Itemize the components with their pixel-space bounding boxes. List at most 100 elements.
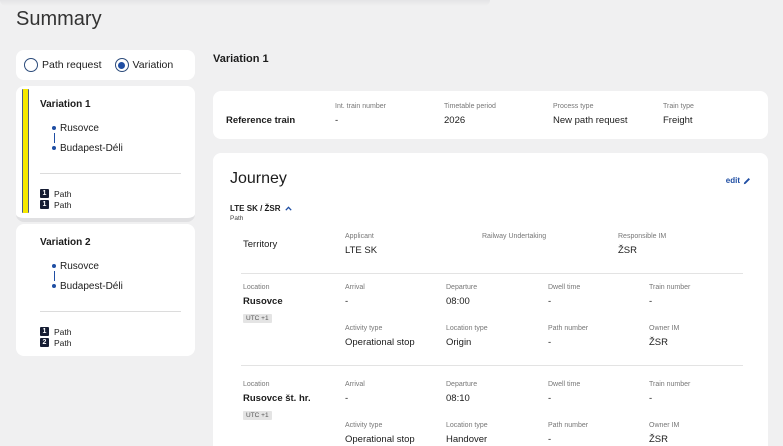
field-key: Owner IM <box>649 422 680 429</box>
field-value: - <box>548 393 552 404</box>
count-badge: 1 <box>40 327 49 336</box>
radio-checked-icon[interactable] <box>114 58 129 72</box>
field-key: Owner IM <box>649 325 680 332</box>
route-origin: Rusovce <box>52 122 182 134</box>
field-key: Location <box>243 381 270 388</box>
field-value: - <box>548 337 552 348</box>
origin-label: Rusovce <box>60 260 99 272</box>
route-destination: Budapest-Déli <box>52 280 182 292</box>
train-type: Train type Freight <box>663 103 694 126</box>
edit-label: edit <box>725 176 740 185</box>
path-number: Path number - <box>548 325 588 348</box>
field-value: 2026 <box>444 115 466 126</box>
route: Rusovce Budapest-Déli <box>52 260 182 292</box>
field-key: Process type <box>553 103 594 110</box>
origin-label: Rusovce <box>60 122 99 134</box>
path-selector-label: LTE SK / ŽSR <box>230 204 281 213</box>
field-key: Dwell time <box>548 284 581 291</box>
count-badge: 1 <box>40 189 49 198</box>
top-bar-shadow <box>0 0 490 6</box>
owner-im: Owner IM ŽSR <box>649 325 679 348</box>
field-key: Path number <box>548 325 589 332</box>
divider <box>40 311 181 312</box>
location-name: Rusovce <box>243 296 283 307</box>
field-key: Applicant <box>345 233 374 240</box>
field-value: Freight <box>663 115 693 126</box>
location-rusovce-st-hr: Location Rusovce št. hr. UTC +1 <box>243 381 311 422</box>
field-key: Responsible IM <box>618 233 667 240</box>
destination-label: Budapest-Déli <box>60 142 123 154</box>
field-key: Int. train number <box>335 103 386 110</box>
field-key: Dwell time <box>548 381 581 388</box>
field-key: Train type <box>663 103 694 110</box>
radio-path-request[interactable]: Path request <box>24 58 102 72</box>
radio-variation[interactable]: Variation <box>114 58 174 72</box>
divider <box>241 273 743 274</box>
reference-train-label: Reference train <box>226 115 296 126</box>
field-key: Train number <box>649 284 691 291</box>
view-toggle: Path request Variation <box>16 50 195 80</box>
field-key: Train number <box>649 381 691 388</box>
route-dot-icon <box>52 146 56 150</box>
field-value: LTE SK <box>345 245 378 256</box>
path-sub-label: Path <box>230 215 244 222</box>
edit-link[interactable]: edit <box>726 176 751 185</box>
radio-label: Variation <box>132 59 174 71</box>
path-number: Path number - <box>548 422 588 445</box>
reference-train-card: Reference train Int. train number - Timet… <box>213 91 768 139</box>
railway-undertaking: Railway Undertaking <box>482 233 546 245</box>
route-origin: Rusovce <box>52 260 182 272</box>
field-key: Activity type <box>345 422 383 429</box>
field-value: 08:10 <box>446 393 470 404</box>
field-key: Arrival <box>345 381 365 388</box>
field-value: Handover <box>446 434 488 445</box>
path-count: 2 Path <box>40 337 182 348</box>
variation-title: Variation 2 <box>40 237 91 248</box>
location-type: Location type Handover <box>446 422 488 445</box>
field-key: Departure <box>446 381 478 388</box>
field-value: ŽSR <box>649 434 668 445</box>
arrival: Arrival - <box>345 381 365 404</box>
variation-card-1[interactable]: Variation 1 Rusovce Budapest-Déli 1 Path … <box>16 86 195 222</box>
field-value: ŽSR <box>649 337 668 348</box>
field-value: Operational stop <box>345 434 415 445</box>
route-line <box>53 271 55 281</box>
path-selector[interactable]: LTE SK / ŽSR <box>230 204 292 213</box>
field-key: Timetable period <box>444 103 496 110</box>
pencil-icon <box>743 177 750 184</box>
field-value: - <box>335 115 339 126</box>
location-name: Rusovce št. hr. <box>243 393 311 404</box>
page-title: Summary <box>16 8 102 30</box>
utc-badge: UTC +1 <box>243 411 272 420</box>
field-value: - <box>649 296 653 307</box>
field-value: Origin <box>446 337 472 348</box>
divider <box>40 173 181 174</box>
field-key: Location <box>243 284 270 291</box>
path-count: 1 Path <box>40 199 182 210</box>
variation-card-2[interactable]: Variation 2 Rusovce Budapest-Déli 1 Path … <box>16 224 195 356</box>
location-rusovce: Location Rusovce UTC +1 <box>243 284 283 325</box>
field-key: Departure <box>446 284 478 291</box>
train-number: Train number - <box>649 381 690 404</box>
activity-type: Activity type Operational stop <box>345 422 415 445</box>
path-count: 1 Path <box>40 188 182 199</box>
divider <box>241 365 743 366</box>
field-key: Location type <box>446 422 488 429</box>
timetable-period: Timetable period 2026 <box>444 103 496 126</box>
dwell-time: Dwell time - <box>548 381 580 404</box>
utc-badge: UTC +1 <box>243 314 272 323</box>
count-badge: 1 <box>40 200 49 209</box>
destination-label: Budapest-Déli <box>60 280 123 292</box>
radio-icon[interactable] <box>24 58 38 72</box>
field-value: 08:00 <box>446 296 470 307</box>
count-badge: 2 <box>40 338 49 347</box>
train-number: Train number - <box>649 284 690 307</box>
route-line <box>53 133 55 143</box>
field-key: Railway Undertaking <box>482 233 547 240</box>
arrival: Arrival - <box>345 284 365 307</box>
process-type: Process type New path request <box>553 103 627 126</box>
section-title: Variation 1 <box>213 53 269 65</box>
owner-im: Owner IM ŽSR <box>649 422 679 445</box>
field-key: Arrival <box>345 284 365 291</box>
route-dot-icon <box>52 284 56 288</box>
